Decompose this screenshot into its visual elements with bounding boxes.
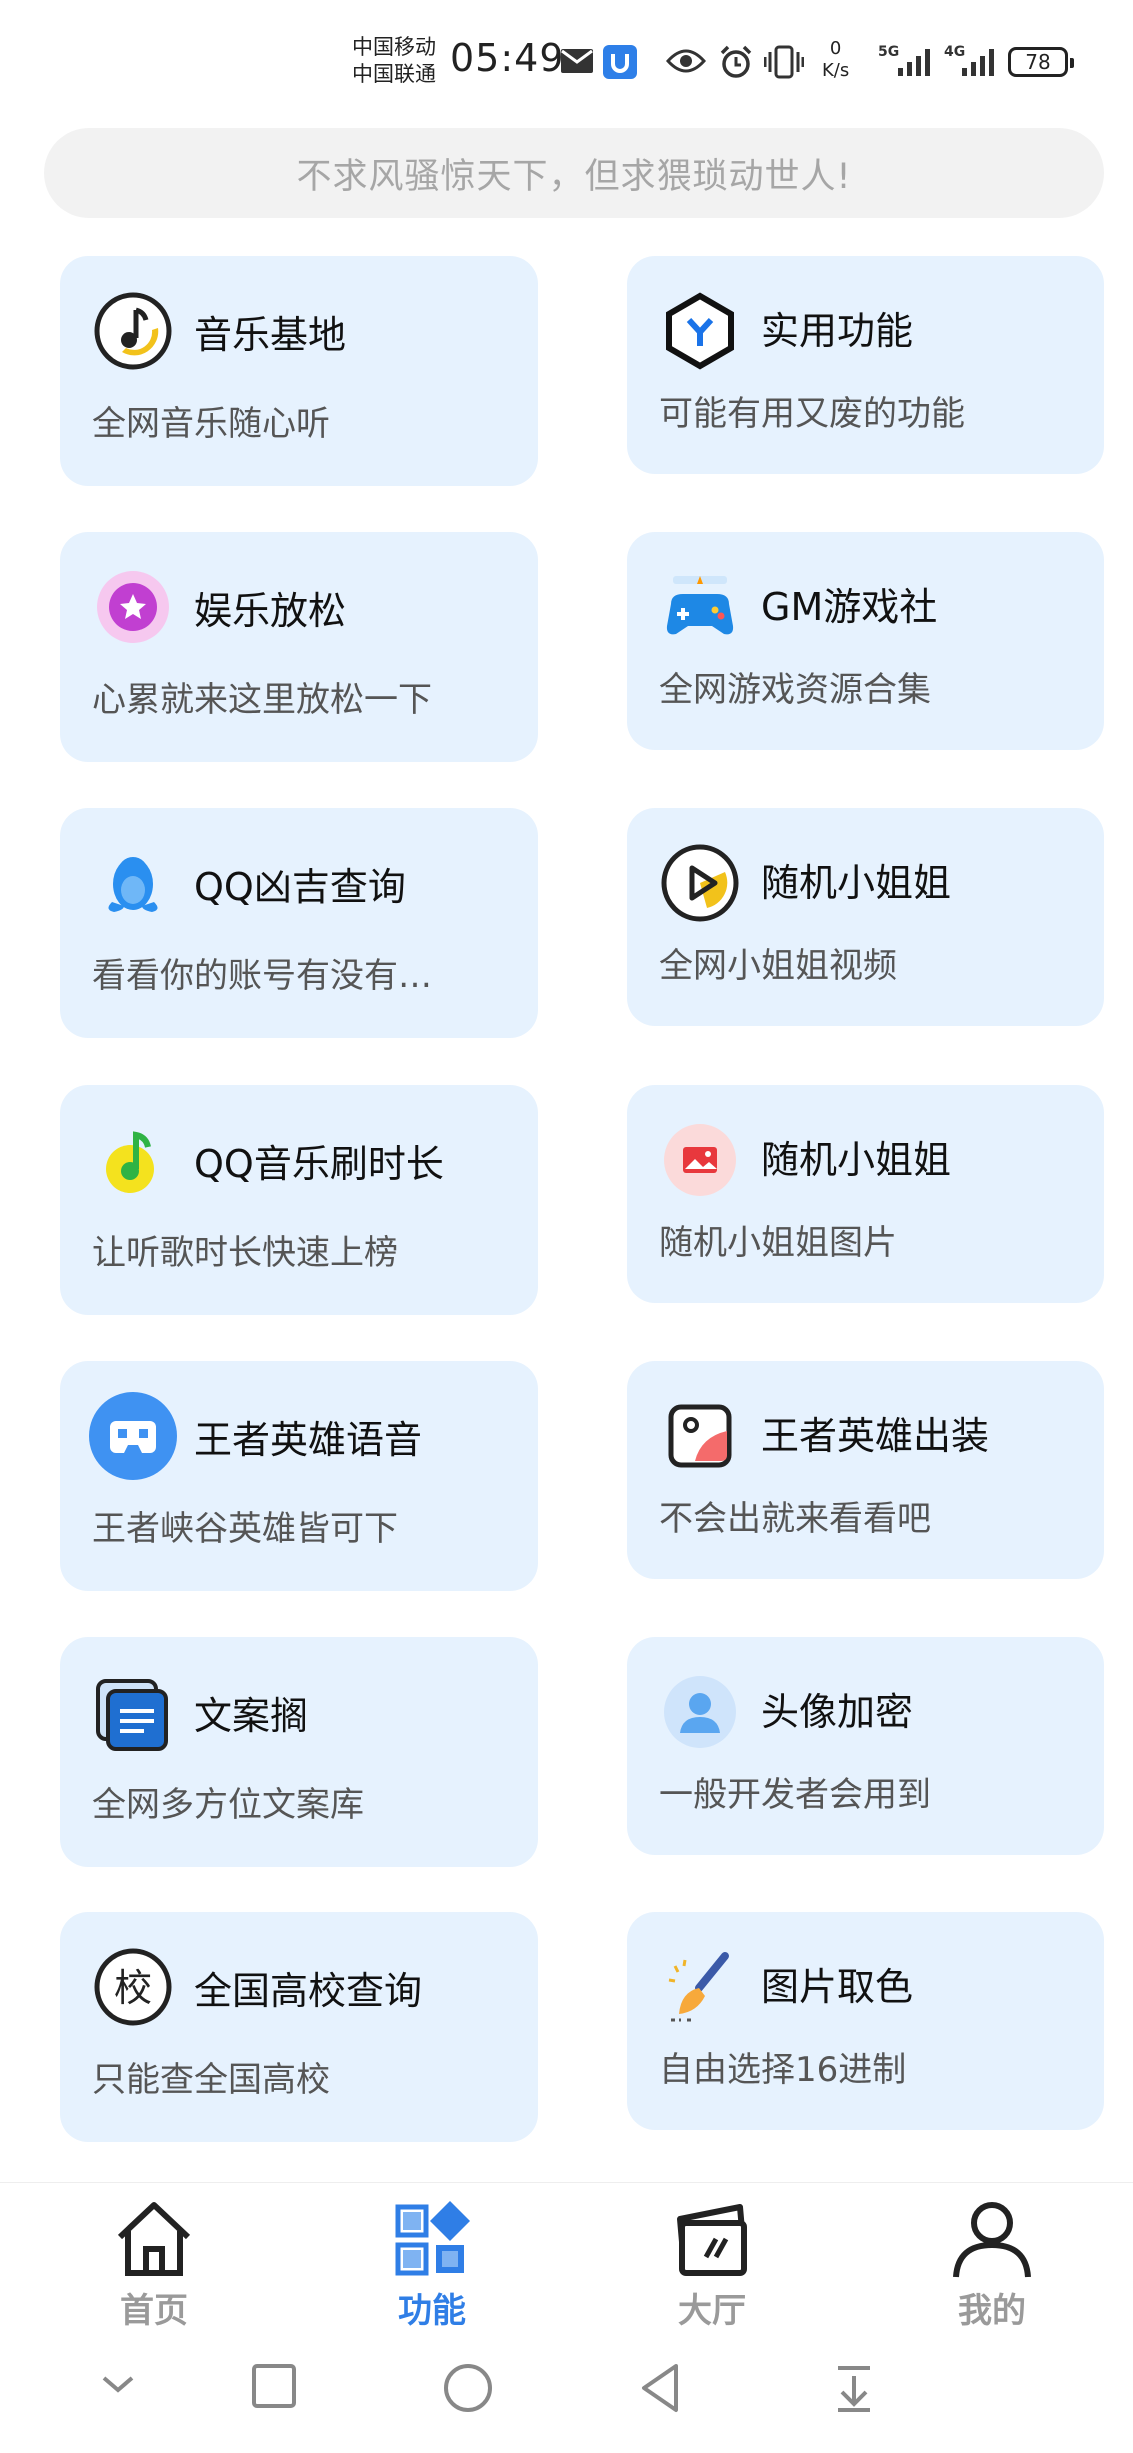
recent-apps-icon[interactable] [250,2362,298,2410]
card-subtitle: 全网音乐随心听 [92,404,330,444]
battery-indicator: 78 [1008,47,1074,77]
card-title: 娱乐放松 [194,589,347,633]
card-subtitle: 随机小姐姐图片 [659,1223,897,1263]
app-notification-icon [603,45,637,79]
back-button-icon[interactable] [636,2362,684,2414]
card-subtitle: 自由选择16进制 [659,2050,907,2090]
carrier-names: 中国移动 中国联通 [352,34,436,88]
card-subtitle: 可能有用又废的功能 [659,394,965,434]
qq-penguin-icon [108,857,158,912]
card-subtitle: 全网小姐姐视频 [659,946,897,986]
card-title: QQ音乐刷时长 [194,1142,444,1186]
grid-icon [395,2201,470,2276]
card-qq-fortune[interactable]: QQ凶吉查询 看看你的账号有没有… [60,808,538,1038]
nav-label-functions: 功能 [398,2291,466,2331]
nav-label-home: 首页 [120,2291,188,2331]
vibrate-icon [764,45,804,79]
home-icon [117,2202,191,2276]
svg-text:校: 校 [114,1966,152,2010]
slogan-text: 不求风骚惊天下，但求猥琐动世人! [296,156,852,197]
network-speed-value: 0 [829,38,842,59]
nav-item-home[interactable]: 首页 [74,2197,234,2332]
alarm-icon [720,45,752,78]
carrier-1: 中国移动 [352,35,436,59]
picture-icon [664,1124,736,1196]
nav-label-hall: 大厅 [678,2291,746,2331]
star-badge-icon [97,571,169,643]
card-title: 文案搁 [194,1694,309,1738]
card-music-base[interactable]: 音乐基地 全网音乐随心听 [60,256,538,486]
card-title: 王者英雄语音 [194,1418,423,1462]
card-title: 音乐基地 [194,313,347,357]
card-subtitle: 看看你的账号有没有… [92,956,432,996]
play-circle-icon [661,844,739,922]
nav-label-mine: 我的 [958,2291,1026,2331]
card-title: 图片取色 [761,1965,914,2009]
gamepad-icon [666,576,734,635]
card-avatar-encrypt[interactable]: 头像加密 一般开发者会用到 [627,1637,1104,1855]
qq-music-icon [106,1131,154,1193]
card-title: 随机小姐姐 [761,1138,952,1182]
home-button-icon[interactable] [442,2362,494,2414]
signal-bars-2-icon [962,49,994,76]
network-speed-unit: K/s [822,60,850,81]
card-title: 王者英雄出装 [761,1414,990,1458]
card-title: 随机小姐姐 [761,861,952,905]
mail-icon [561,49,593,73]
system-navigation-bar [0,2332,1133,2453]
nav-item-functions[interactable]: 功能 [352,2197,512,2332]
hall-icon [677,2204,747,2276]
network-speed: 0 K/s [822,38,849,82]
avatar-icon [664,1676,736,1748]
card-qq-music-time[interactable]: QQ音乐刷时长 让听歌时长快速上榜 [60,1085,538,1315]
music-disc-icon [94,292,172,370]
card-title: 全国高校查询 [194,1969,423,2013]
eye-comfort-icon [666,49,706,73]
person-icon [953,2202,1031,2278]
card-entertainment[interactable]: 娱乐放松 心累就来这里放松一下 [60,532,538,762]
card-gm-games[interactable]: GM游戏社 全网游戏资源合集 [627,532,1104,750]
bottom-nav: 首页 功能 大厅 我的 [0,2182,1133,2333]
card-random-video[interactable]: 随机小姐姐 全网小姐姐视频 [627,808,1104,1026]
card-copywriting[interactable]: 文案搁 全网多方位文案库 [60,1637,538,1867]
card-subtitle: 全网多方位文案库 [92,1785,364,1825]
card-subtitle: 心累就来这里放松一下 [92,680,432,720]
clock: 05:49 [450,36,565,80]
hexagon-y-icon [666,292,734,370]
card-title: QQ凶吉查询 [194,865,406,909]
card-hero-build[interactable]: 王者英雄出装 不会出就来看看吧 [627,1361,1104,1579]
card-subtitle: 让听歌时长快速上榜 [92,1233,398,1273]
card-subtitle: 不会出就来看看吧 [659,1499,931,1539]
card-utilities[interactable]: 实用功能 可能有用又废的功能 [627,256,1104,474]
card-hero-voice[interactable]: 王者英雄语音 王者峡谷英雄皆可下 [60,1361,538,1591]
card-title: GM游戏社 [761,585,938,629]
document-stack-icon [96,1679,168,1751]
gallery-icon [668,1404,732,1468]
card-title: 实用功能 [761,309,914,353]
card-random-image[interactable]: 随机小姐姐 随机小姐姐图片 [627,1085,1104,1303]
notification-pull-icon[interactable] [832,2362,876,2414]
card-subtitle: 一般开发者会用到 [659,1775,931,1815]
signal-bars-1-icon [898,49,930,76]
status-bar: 中国移动 中国联通 05:49 0 K/s 5G 4G 78 [0,0,1133,120]
card-subtitle: 全网游戏资源合集 [659,670,931,710]
slogan-bar[interactable]: 不求风骚惊天下，但求猥琐动世人! [44,128,1104,218]
card-university[interactable]: 校 全国高校查询 只能查全国高校 [60,1912,538,2142]
card-subtitle: 王者峡谷英雄皆可下 [92,1509,398,1549]
nav-item-mine[interactable]: 我的 [912,2197,1072,2332]
paint-brush-icon [668,1952,729,2022]
card-color-picker[interactable]: 图片取色 自由选择16进制 [627,1912,1104,2130]
chevron-down-icon[interactable] [96,2362,140,2406]
card-subtitle: 只能查全国高校 [92,2060,330,2100]
nav-item-hall[interactable]: 大厅 [632,2197,792,2332]
voice-mask-icon [89,1392,177,1480]
carrier-2: 中国联通 [352,62,436,86]
school-icon: 校 [94,1948,172,2026]
card-title: 头像加密 [761,1690,914,1734]
